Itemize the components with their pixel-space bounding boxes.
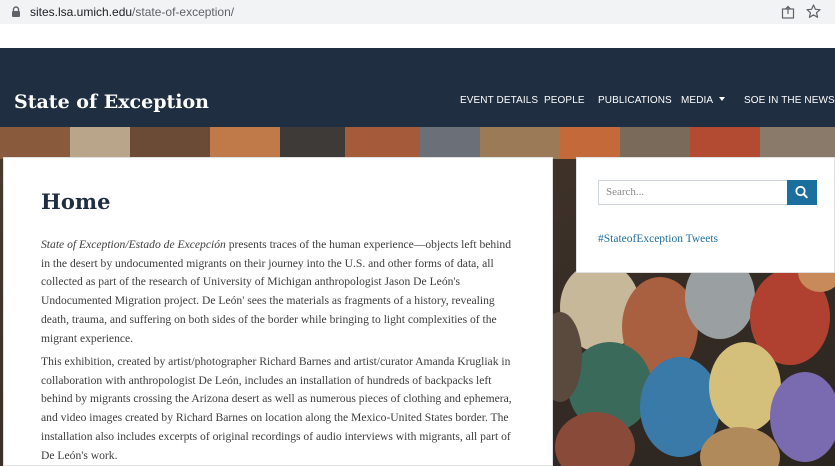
url-text[interactable]: sites.lsa.umich.edu/state-of-exception/ xyxy=(30,5,234,19)
site-header: State of Exception EVENT DETAILS PEOPLE … xyxy=(0,48,835,127)
nav-item-media-label: MEDIA xyxy=(681,95,714,106)
nav-item-people[interactable]: PEOPLE xyxy=(544,95,585,106)
nav-item-media[interactable]: MEDIA xyxy=(681,95,726,106)
search-input[interactable]: Search... xyxy=(598,180,788,205)
search-icon xyxy=(795,185,808,199)
browser-address-bar: sites.lsa.umich.edu/state-of-exception/ xyxy=(0,0,835,24)
chevron-down-icon xyxy=(719,97,726,102)
share-icon[interactable] xyxy=(781,5,795,19)
page-title: Home xyxy=(41,189,111,214)
exhibit-title: State of Exception/Estado de Excepción xyxy=(41,238,226,251)
url-path: /state-of-exception/ xyxy=(132,5,235,19)
search-button[interactable] xyxy=(787,180,817,205)
main-nav: EVENT DETAILS PEOPLE PUBLICATIONS MEDIA … xyxy=(0,95,835,109)
nav-item-soe-in-the-news[interactable]: SOE IN THE NEWS xyxy=(744,95,835,106)
url-host: sites.lsa.umich.edu xyxy=(30,5,133,19)
intro-paragraph-text: presents traces of the human experience—… xyxy=(41,238,512,345)
lock-icon[interactable] xyxy=(9,5,23,19)
bookmark-star-icon[interactable] xyxy=(806,4,821,19)
nav-item-event-details[interactable]: EVENT DETAILS xyxy=(460,95,538,106)
content-card: Home State of Exception/Estado de Excepc… xyxy=(3,157,553,466)
sidebar-widget: Search... #StateofException Tweets xyxy=(576,157,835,273)
tweets-link[interactable]: #StateofException Tweets xyxy=(598,233,718,245)
page-top-gap xyxy=(0,24,835,48)
exhibition-paragraph: This exhibition, created by artist/photo… xyxy=(41,355,512,462)
nav-item-publications[interactable]: PUBLICATIONS xyxy=(598,95,672,106)
url-bar[interactable]: sites.lsa.umich.edu/state-of-exception/ xyxy=(0,1,835,23)
intro-paragraph: State of Exception/Estado de Excepción p… xyxy=(41,236,521,348)
